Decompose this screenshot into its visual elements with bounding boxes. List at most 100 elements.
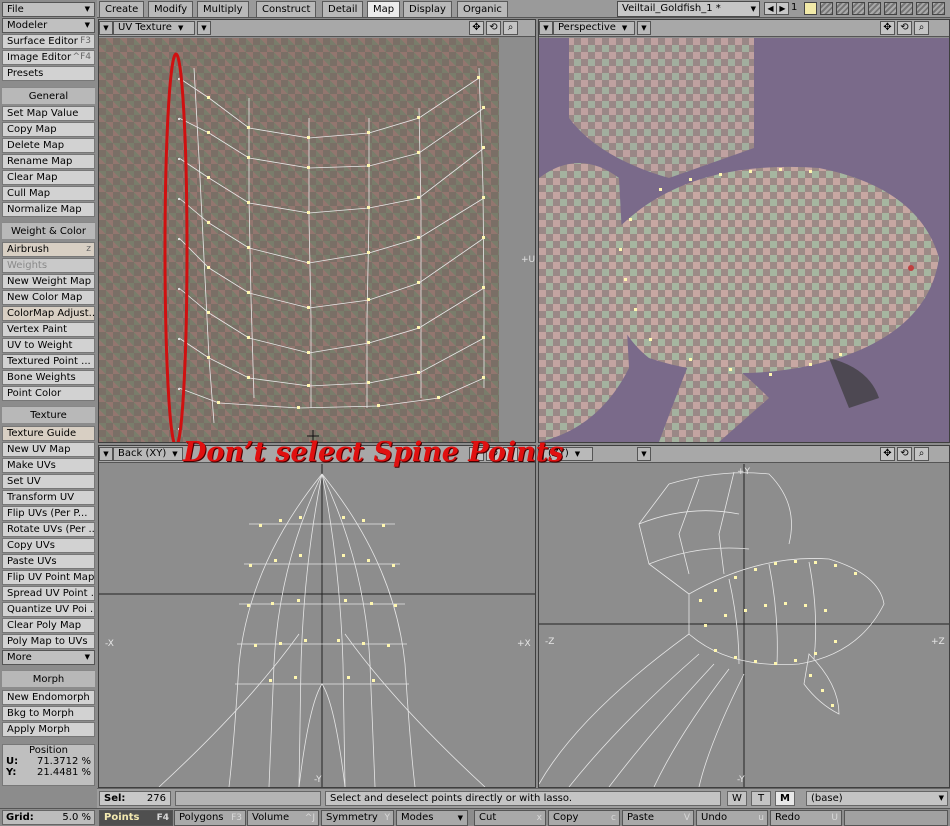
flip-uvs-button[interactable]: Flip UVs (Per P... bbox=[2, 506, 95, 521]
modeler-menu[interactable]: Modeler bbox=[2, 18, 95, 33]
uv-to-weight-button[interactable]: UV to Weight bbox=[2, 338, 95, 353]
side-viewport[interactable]: (ZY) ▼ ✥ ⟲ ⌕ bbox=[538, 445, 950, 788]
vertex-paint-button[interactable]: Vertex Paint bbox=[2, 322, 95, 337]
back-canvas[interactable]: -X +X -Y bbox=[99, 464, 535, 787]
layer-3-box[interactable] bbox=[836, 2, 849, 15]
quantize-uv-point-button[interactable]: Quantize UV Poi ... bbox=[2, 602, 95, 617]
surface-editor-button[interactable]: Surface Editor F3 bbox=[2, 34, 95, 49]
tab-create[interactable]: Create bbox=[99, 1, 145, 17]
uv-canvas[interactable]: +U bbox=[99, 38, 535, 442]
back-view-type-select[interactable]: Back (XY) bbox=[113, 447, 183, 461]
back-viewport[interactable]: ▼ Back (XY) ✥ ⟲ ⌕ bbox=[98, 445, 536, 788]
layer-1-box[interactable] bbox=[804, 2, 817, 15]
weights-button[interactable]: Weights bbox=[2, 258, 95, 273]
new-endomorph-button[interactable]: New Endomorph bbox=[2, 690, 95, 705]
object-select-dropdown[interactable]: Veiltail_Goldfish_1 * ▼ bbox=[617, 1, 760, 17]
make-uvs-button[interactable]: Make UVs bbox=[2, 458, 95, 473]
viewport-options-icon[interactable]: ▼ bbox=[539, 21, 553, 35]
copy-map-button[interactable]: Copy Map bbox=[2, 122, 95, 137]
airbrush-button[interactable]: Airbrush z bbox=[2, 242, 95, 257]
uv-display-mode-dropdown[interactable]: ▼ bbox=[197, 21, 211, 35]
layer-8-box[interactable] bbox=[916, 2, 929, 15]
spread-uv-point-button[interactable]: Spread UV Point ... bbox=[2, 586, 95, 601]
paste-button[interactable]: Paste V bbox=[622, 810, 694, 826]
tab-modify[interactable]: Modify bbox=[148, 1, 194, 17]
tab-map[interactable]: Map bbox=[367, 1, 401, 17]
bkg-to-morph-button[interactable]: Bkg to Morph bbox=[2, 706, 95, 721]
flip-uv-point-map-button[interactable]: Flip UV Point Map bbox=[2, 570, 95, 585]
side-display-mode-dropdown[interactable]: ▼ bbox=[637, 447, 651, 461]
rotate-view-icon[interactable]: ⟲ bbox=[897, 21, 912, 35]
perspective-canvas[interactable] bbox=[539, 38, 949, 442]
bone-weights-button[interactable]: Bone Weights bbox=[2, 370, 95, 385]
textured-point-button[interactable]: Textured Point ... bbox=[2, 354, 95, 369]
transform-uv-button[interactable]: Transform UV bbox=[2, 490, 95, 505]
position-v-label: Y: bbox=[6, 767, 17, 778]
copy-uvs-button[interactable]: Copy UVs bbox=[2, 538, 95, 553]
vertex-map-select[interactable]: (base) bbox=[806, 791, 948, 806]
tab-detail[interactable]: Detail bbox=[322, 1, 364, 17]
uv-view-type-select[interactable]: UV Texture bbox=[113, 21, 195, 35]
new-weight-map-button[interactable]: New Weight Map bbox=[2, 274, 95, 289]
tab-organic[interactable]: Organic bbox=[457, 1, 508, 17]
layer-2-box[interactable] bbox=[820, 2, 833, 15]
layer-6-box[interactable] bbox=[884, 2, 897, 15]
polygons-mode-button[interactable]: Polygons F3 bbox=[174, 810, 246, 826]
uv-texture-viewport[interactable]: ▼ UV Texture ▼ ✥ ⟲ ⌕ bbox=[98, 19, 536, 443]
move-view-icon[interactable]: ✥ bbox=[880, 447, 895, 461]
tab-construct[interactable]: Construct bbox=[256, 1, 317, 17]
more-menu[interactable]: More bbox=[2, 650, 95, 665]
side-canvas[interactable]: -Z +Z +Y -Y bbox=[539, 464, 949, 787]
delete-map-button[interactable]: Delete Map bbox=[2, 138, 95, 153]
layer-5-box[interactable] bbox=[868, 2, 881, 15]
symmetry-toggle[interactable]: Symmetry Y bbox=[321, 810, 394, 826]
apply-morph-button[interactable]: Apply Morph bbox=[2, 722, 95, 737]
normalize-map-button[interactable]: Normalize Map bbox=[2, 202, 95, 217]
cut-button[interactable]: Cut x bbox=[474, 810, 546, 826]
point-color-button[interactable]: Point Color bbox=[2, 386, 95, 401]
perspective-display-mode-dropdown[interactable]: ▼ bbox=[637, 21, 651, 35]
copy-button[interactable]: Copy c bbox=[548, 810, 620, 826]
layer-4-box[interactable] bbox=[852, 2, 865, 15]
next-object-icon[interactable]: ▶ bbox=[776, 2, 789, 15]
rotate-view-icon[interactable]: ⟲ bbox=[486, 21, 501, 35]
cull-map-button[interactable]: Cull Map bbox=[2, 186, 95, 201]
colormap-adjust-button[interactable]: ColorMap Adjust... bbox=[2, 306, 95, 321]
t-toggle[interactable]: T bbox=[751, 791, 771, 806]
move-view-icon[interactable]: ✥ bbox=[469, 21, 484, 35]
set-map-value-button[interactable]: Set Map Value bbox=[2, 106, 95, 121]
tab-display[interactable]: Display bbox=[403, 1, 452, 17]
viewport-options-icon[interactable]: ▼ bbox=[99, 21, 113, 35]
rotate-uvs-button[interactable]: Rotate UVs (Per ... bbox=[2, 522, 95, 537]
poly-map-to-uvs-button[interactable]: Poly Map to UVs bbox=[2, 634, 95, 649]
zoom-view-icon[interactable]: ⌕ bbox=[914, 21, 929, 35]
clear-map-button[interactable]: Clear Map bbox=[2, 170, 95, 185]
clear-poly-map-button[interactable]: Clear Poly Map bbox=[2, 618, 95, 633]
points-mode-button[interactable]: Points F4 bbox=[99, 810, 173, 826]
modes-menu[interactable]: Modes bbox=[396, 810, 468, 826]
paste-uvs-button[interactable]: Paste UVs bbox=[2, 554, 95, 569]
rename-map-button[interactable]: Rename Map bbox=[2, 154, 95, 169]
undo-button[interactable]: Undo u bbox=[696, 810, 768, 826]
perspective-viewport[interactable]: ▼ Perspective ▼ ✥ ⟲ ⌕ bbox=[538, 19, 950, 443]
texture-guide-button[interactable]: Texture Guide bbox=[2, 426, 95, 441]
w-toggle[interactable]: W bbox=[727, 791, 747, 806]
set-uv-button[interactable]: Set UV bbox=[2, 474, 95, 489]
file-menu[interactable]: File bbox=[2, 2, 95, 17]
new-color-map-button[interactable]: New Color Map bbox=[2, 290, 95, 305]
rotate-view-icon[interactable]: ⟲ bbox=[897, 447, 912, 461]
tab-multiply[interactable]: Multiply bbox=[197, 1, 249, 17]
image-editor-button[interactable]: Image Editor ^F4 bbox=[2, 50, 95, 65]
layer-7-box[interactable] bbox=[900, 2, 913, 15]
perspective-view-type-select[interactable]: Perspective bbox=[553, 21, 635, 35]
presets-button[interactable]: Presets bbox=[2, 66, 95, 81]
zoom-view-icon[interactable]: ⌕ bbox=[503, 21, 518, 35]
viewport-options-icon[interactable]: ▼ bbox=[99, 447, 113, 461]
new-uv-map-button[interactable]: New UV Map bbox=[2, 442, 95, 457]
m-toggle[interactable]: M bbox=[775, 791, 795, 806]
zoom-view-icon[interactable]: ⌕ bbox=[914, 447, 929, 461]
layer-9-box[interactable] bbox=[932, 2, 945, 15]
volume-mode-button[interactable]: Volume ^J bbox=[247, 810, 319, 826]
redo-button[interactable]: Redo U bbox=[770, 810, 842, 826]
move-view-icon[interactable]: ✥ bbox=[880, 21, 895, 35]
